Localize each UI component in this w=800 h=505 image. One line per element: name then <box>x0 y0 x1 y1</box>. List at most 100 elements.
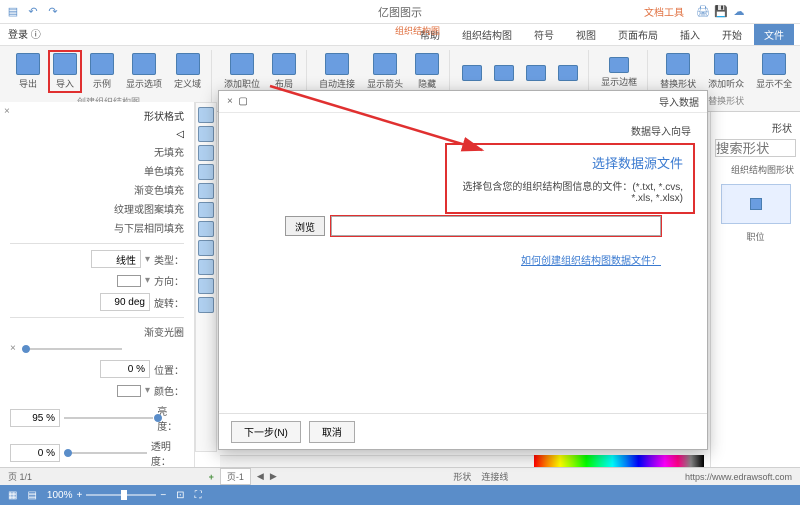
btn-example[interactable]: 示例 <box>86 51 118 92</box>
context-group-label: 文档工具 <box>644 4 684 19</box>
dialog-step: 数据导入向导 <box>235 123 691 138</box>
opt-pattern[interactable]: 纹理或图案填充 <box>114 201 184 216</box>
btn-showarrow[interactable]: 显示箭头 <box>363 51 407 92</box>
btn-autoconnect[interactable]: 自动连接 <box>315 51 359 92</box>
tab-insert[interactable]: 插入 <box>670 24 710 45</box>
tgroup-create: 导出 导入 示例 显示选项 定义域 创建组织结构图 <box>6 50 212 107</box>
nav-prev-icon[interactable]: ◀ <box>257 471 264 482</box>
next-button[interactable]: 下一步(N) <box>231 421 301 443</box>
footer-url: https://www.edrawsoft.com <box>685 472 792 482</box>
palette-item[interactable] <box>198 202 214 218</box>
btn-addpos[interactable]: 添加职位 <box>220 51 264 92</box>
stop-remove-icon[interactable]: × <box>10 343 16 354</box>
opt-inherit[interactable]: 与下层相同填充 <box>114 220 184 235</box>
print-icon[interactable]: 🖨 <box>696 5 710 19</box>
file-path-input[interactable] <box>331 216 661 236</box>
page-tab[interactable]: 页-1 <box>220 468 251 485</box>
lb-connectors[interactable]: 连接线 <box>481 470 508 483</box>
btn-addaudience[interactable]: 添加听众 <box>704 51 748 92</box>
shape-search-input[interactable] <box>715 139 796 157</box>
tab-symbols[interactable]: 符号 <box>524 24 564 45</box>
btn-g4d[interactable] <box>554 63 582 83</box>
color-swatch[interactable] <box>117 385 141 397</box>
angle-input[interactable] <box>100 293 150 311</box>
save-icon[interactable]: 💾 <box>714 5 728 19</box>
btn-export[interactable]: 导出 <box>12 51 44 92</box>
statusbar: ▦ ▤ 100% + − ⊡ ⛶ <box>0 485 800 505</box>
tab-pagelayout[interactable]: 页面布局 <box>608 24 668 45</box>
fullscreen-icon[interactable]: ⛶ <box>195 490 202 501</box>
lb-shapes[interactable]: 形状 <box>453 470 471 483</box>
btn-import[interactable]: 导入 <box>48 50 82 93</box>
callout-sub: 选择包含您的组织结构图信息的文件：(*.txt, *.cvs, *.xls, *… <box>457 178 683 204</box>
zoom-in-icon[interactable]: + <box>76 490 82 501</box>
zoom-slider[interactable] <box>86 494 156 496</box>
tab-view[interactable]: 视图 <box>566 24 606 45</box>
dir-swatch[interactable] <box>117 275 141 287</box>
add-page-icon[interactable]: + <box>209 472 214 482</box>
view-page-icon[interactable]: ▤ <box>27 490 36 501</box>
cancel-button[interactable]: 取消 <box>309 421 355 443</box>
btn-hide[interactable]: 隐藏 <box>411 51 443 92</box>
browse-button[interactable]: 浏览 <box>285 216 325 236</box>
rp-sub: 组织结构图形状 <box>715 161 796 178</box>
btn-g4c[interactable] <box>522 63 550 83</box>
tgroup-replace-label: 替换形状 <box>708 94 744 107</box>
help-link[interactable]: 如何创建组织结构图数据文件？ <box>521 256 661 267</box>
ribbon-tabs: 组织结构图 帮助 组织结构图 符号 视图 页面布局 插入 开始 文件 <box>0 24 800 46</box>
grad-label: 渐变光圈 <box>144 324 184 339</box>
shape-thumb[interactable] <box>721 184 791 224</box>
palette-item[interactable] <box>198 259 214 275</box>
tab-start[interactable]: 开始 <box>712 24 752 45</box>
pos-input[interactable] <box>100 360 150 378</box>
color-strip[interactable] <box>534 455 704 467</box>
palette-item[interactable] <box>198 221 214 237</box>
cloud-icon[interactable]: ☁ <box>732 5 746 19</box>
login-link[interactable]: 登录 ⓘ <box>4 24 45 43</box>
tab-file[interactable]: 文件 <box>754 24 794 45</box>
palette-item[interactable] <box>198 164 214 180</box>
opt-solid[interactable]: 单色填充 <box>144 163 184 178</box>
type-input[interactable] <box>91 250 141 268</box>
palette-item[interactable] <box>198 107 214 123</box>
btn-layout[interactable]: 布局 <box>268 51 300 92</box>
opt-gradient[interactable]: 渐变色填充 <box>134 182 184 197</box>
btn-displayopts[interactable]: 显示选项 <box>122 51 166 92</box>
dialog-callout: 选择数据源文件 选择包含您的组织结构图信息的文件：(*.txt, *.cvs, … <box>445 143 695 214</box>
redo-icon[interactable]: ↷ <box>46 5 60 19</box>
dialog-close-icon[interactable]: × <box>227 96 233 107</box>
palette-item[interactable] <box>198 240 214 256</box>
nav-next-icon[interactable]: ▶ <box>270 471 277 482</box>
btn-g4b[interactable] <box>490 63 518 83</box>
view-grid-icon[interactable]: ▦ <box>8 490 17 501</box>
btn-replaceshape[interactable]: 替换形状 <box>656 51 700 92</box>
palette-item[interactable] <box>198 145 214 161</box>
bright-slider[interactable] <box>64 417 153 419</box>
palette-item[interactable] <box>198 297 214 313</box>
fit-icon[interactable]: ⊡ <box>176 490 184 501</box>
right-panel: 形状 组织结构图形状 职位 <box>710 112 800 472</box>
tab-orgchart[interactable]: 组织结构图 <box>452 24 522 45</box>
undo-icon[interactable]: ↶ <box>26 5 40 19</box>
palette-item[interactable] <box>198 278 214 294</box>
rp-foot: 职位 <box>715 230 796 243</box>
rp-header: 形状 <box>715 116 796 139</box>
btn-showpartial[interactable]: 显示不全 <box>752 51 796 92</box>
panel-close-icon[interactable]: × <box>4 106 10 117</box>
opacity-slider[interactable] <box>64 452 147 454</box>
opt-nofill[interactable]: 无填充 <box>154 144 184 159</box>
linkbar: 页 1/1 + 页-1 ◀ ▶ 形状 连接线 https://www.edraw… <box>0 467 800 485</box>
btn-showborder[interactable]: 显示边框 <box>597 55 641 90</box>
palette-item[interactable] <box>198 126 214 142</box>
app-menu-icon[interactable]: ▤ <box>6 5 20 19</box>
dialog-expand-icon[interactable]: ▢ <box>238 96 247 107</box>
palette-item[interactable] <box>198 183 214 199</box>
zoom-out-icon[interactable]: − <box>160 490 166 501</box>
bright-input[interactable] <box>10 409 60 427</box>
btn-definefield[interactable]: 定义域 <box>170 51 205 92</box>
opacity-input[interactable] <box>10 444 60 462</box>
context-sub-label: 组织结构图 <box>395 24 440 37</box>
gradient-slider[interactable] <box>22 348 122 350</box>
btn-g4a[interactable] <box>458 63 486 83</box>
shape-palette <box>195 102 217 452</box>
